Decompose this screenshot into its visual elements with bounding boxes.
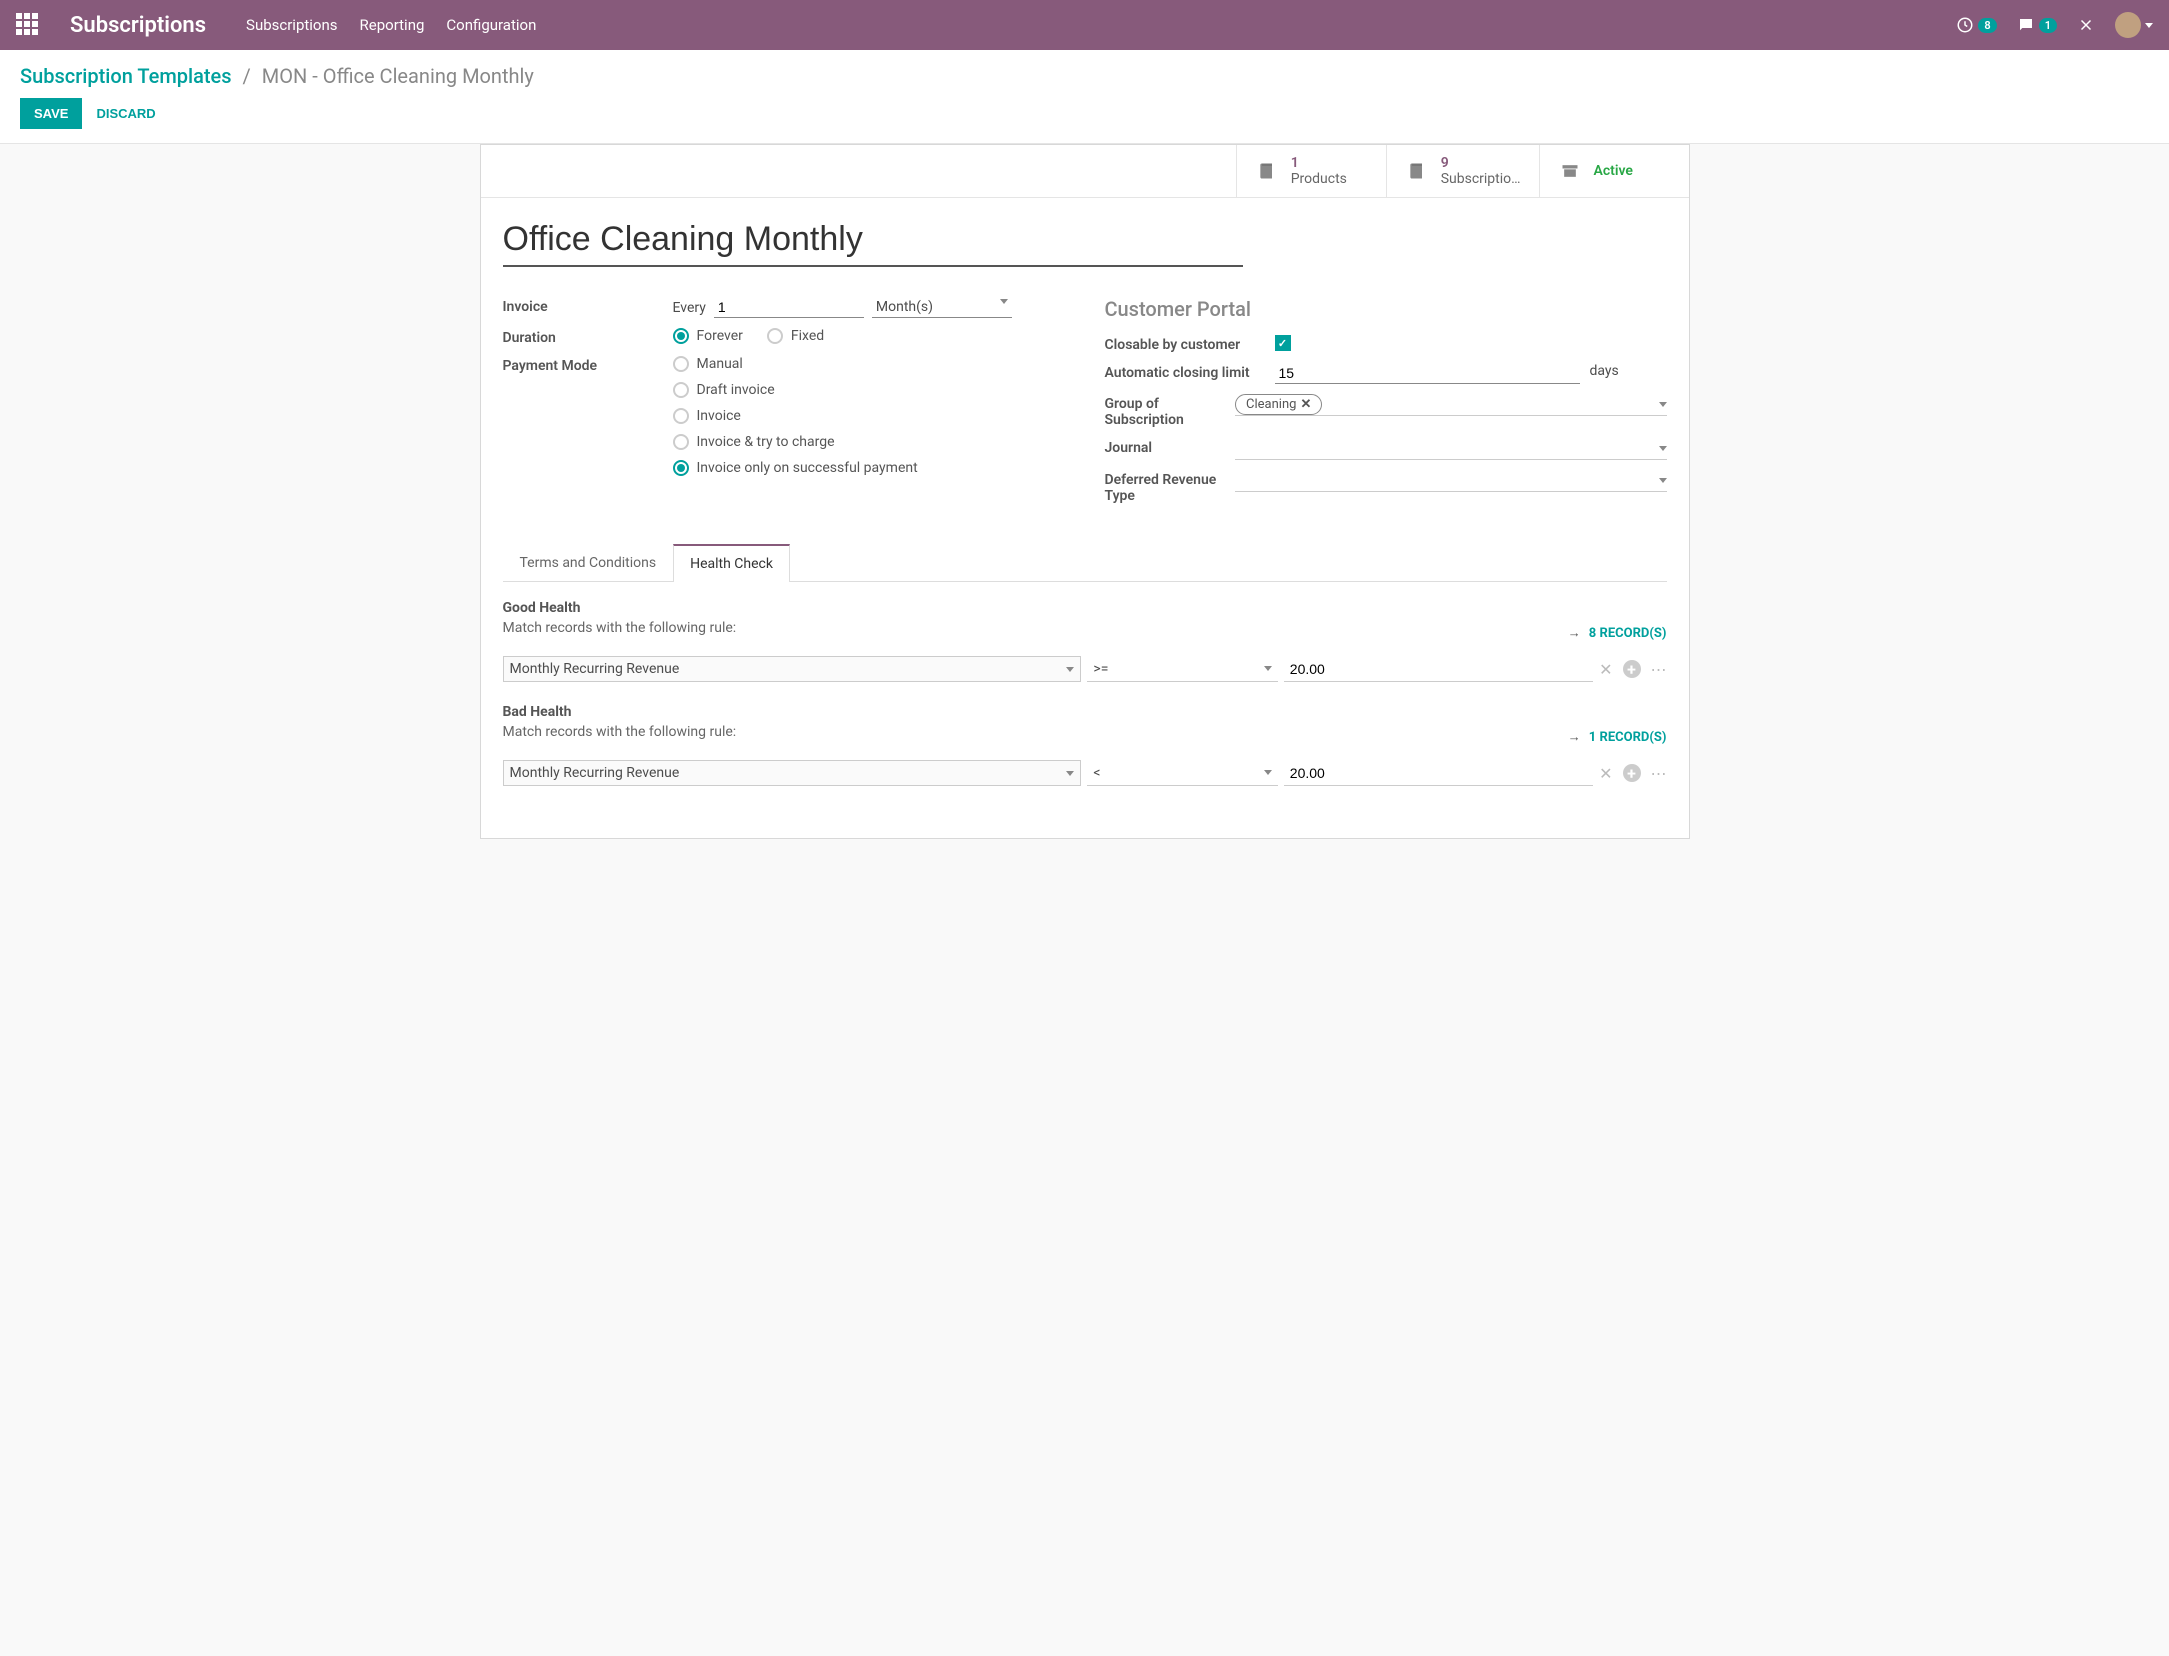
app-brand: Subscriptions bbox=[70, 13, 206, 38]
chevron-down-icon bbox=[1000, 299, 1008, 304]
form-sheet: 1 Products 9 Subscriptio… Active bbox=[480, 144, 1690, 839]
messages-badge: 1 bbox=[2039, 18, 2057, 33]
add-rule-icon[interactable]: + bbox=[1623, 660, 1641, 678]
tab-health[interactable]: Health Check bbox=[673, 544, 790, 582]
duration-forever[interactable]: Forever bbox=[673, 328, 743, 344]
bad-rule-operator[interactable]: < bbox=[1087, 761, 1277, 786]
book-icon bbox=[1255, 161, 1279, 181]
archive-icon bbox=[1558, 161, 1582, 181]
breadcrumb-root[interactable]: Subscription Templates bbox=[20, 64, 232, 88]
every-label: Every bbox=[673, 300, 706, 316]
stat-subscriptions[interactable]: 9 Subscriptio… bbox=[1386, 145, 1539, 197]
breadcrumb: Subscription Templates / MON - Office Cl… bbox=[20, 64, 2149, 88]
tag-remove-icon[interactable]: ✕ bbox=[1300, 397, 1311, 412]
apps-icon[interactable] bbox=[16, 13, 40, 37]
stat-button-box: 1 Products 9 Subscriptio… Active bbox=[481, 145, 1689, 198]
deferred-label: Deferred Revenue Type bbox=[1105, 470, 1236, 504]
activities-icon[interactable]: 8 bbox=[1956, 16, 1996, 34]
save-button[interactable]: SAVE bbox=[20, 98, 82, 129]
good-match-text: Match records with the following rule: bbox=[503, 620, 737, 636]
invoice-label: Invoice bbox=[503, 297, 673, 315]
payment-mode-label: Payment Mode bbox=[503, 356, 673, 374]
good-records-link[interactable]: 8 RECORD(S) bbox=[1568, 625, 1667, 641]
interval-input[interactable] bbox=[714, 297, 864, 318]
deferred-select[interactable] bbox=[1235, 470, 1666, 492]
payment-invoice[interactable]: Invoice bbox=[673, 408, 918, 424]
chevron-down-icon bbox=[1264, 666, 1272, 671]
duration-label: Duration bbox=[503, 328, 673, 346]
stat-products-label: Products bbox=[1291, 171, 1347, 187]
nav-reporting[interactable]: Reporting bbox=[360, 16, 425, 34]
payment-success-only[interactable]: Invoice only on successful payment bbox=[673, 460, 918, 476]
discard-button[interactable]: DISCARD bbox=[96, 106, 155, 121]
chevron-down-icon bbox=[1659, 446, 1667, 451]
closable-label: Closable by customer bbox=[1105, 335, 1275, 353]
closable-checkbox[interactable]: ✓ bbox=[1275, 335, 1291, 351]
group-label: Group of Subscription bbox=[1105, 394, 1236, 428]
payment-draft[interactable]: Draft invoice bbox=[673, 382, 918, 398]
activities-badge: 8 bbox=[1978, 18, 1996, 33]
customer-portal-title: Customer Portal bbox=[1105, 297, 1667, 321]
chevron-down-icon bbox=[1659, 478, 1667, 483]
remove-rule-icon[interactable]: ✕ bbox=[1599, 660, 1612, 679]
days-suffix: days bbox=[1590, 363, 1619, 379]
duration-fixed[interactable]: Fixed bbox=[767, 328, 824, 344]
name-input[interactable] bbox=[503, 220, 1243, 267]
period-value: Month(s) bbox=[876, 299, 933, 315]
payment-try-charge[interactable]: Invoice & try to charge bbox=[673, 434, 918, 450]
bad-health-title: Bad Health bbox=[503, 704, 1667, 720]
tabs: Terms and Conditions Health Check bbox=[503, 544, 1667, 582]
nav-subscriptions[interactable]: Subscriptions bbox=[246, 16, 337, 34]
group-tag[interactable]: Cleaning✕ bbox=[1235, 394, 1322, 415]
good-rule-field[interactable]: Monthly Recurring Revenue bbox=[503, 656, 1082, 682]
more-rule-icon[interactable]: ⋯ bbox=[1651, 660, 1667, 679]
user-menu[interactable] bbox=[2115, 12, 2153, 38]
stat-subscriptions-label: Subscriptio… bbox=[1441, 171, 1521, 187]
journal-label: Journal bbox=[1105, 438, 1236, 456]
more-rule-icon[interactable]: ⋯ bbox=[1651, 764, 1667, 783]
bad-rule-field[interactable]: Monthly Recurring Revenue bbox=[503, 760, 1082, 786]
stat-subscriptions-count: 9 bbox=[1441, 155, 1521, 171]
chevron-down-icon bbox=[1066, 667, 1074, 672]
remove-rule-icon[interactable]: ✕ bbox=[1599, 764, 1612, 783]
bad-rule-value[interactable] bbox=[1284, 761, 1593, 786]
stat-products[interactable]: 1 Products bbox=[1236, 145, 1386, 197]
breadcrumb-current: MON - Office Cleaning Monthly bbox=[262, 64, 534, 88]
tab-terms[interactable]: Terms and Conditions bbox=[503, 544, 674, 581]
chevron-down-icon bbox=[1264, 770, 1272, 775]
stat-active-toggle[interactable]: Active bbox=[1539, 145, 1689, 197]
stat-products-count: 1 bbox=[1291, 155, 1347, 171]
group-select[interactable]: Cleaning✕ bbox=[1235, 394, 1666, 416]
chevron-down-icon bbox=[1659, 402, 1667, 407]
chevron-down-icon bbox=[2145, 23, 2153, 28]
good-rule-value[interactable] bbox=[1284, 657, 1593, 682]
payment-manual[interactable]: Manual bbox=[673, 356, 918, 372]
debug-icon[interactable] bbox=[2077, 16, 2095, 34]
bad-match-text: Match records with the following rule: bbox=[503, 724, 737, 740]
nav-configuration[interactable]: Configuration bbox=[446, 16, 536, 34]
good-rule-operator[interactable]: >= bbox=[1087, 657, 1277, 682]
bad-records-link[interactable]: 1 RECORD(S) bbox=[1568, 729, 1667, 745]
chevron-down-icon bbox=[1066, 771, 1074, 776]
health-check-panel: Good Health Match records with the follo… bbox=[503, 582, 1667, 786]
auto-close-label: Automatic closing limit bbox=[1105, 363, 1275, 381]
auto-close-input[interactable] bbox=[1275, 363, 1580, 384]
avatar bbox=[2115, 12, 2141, 38]
messages-icon[interactable]: 1 bbox=[2017, 16, 2057, 34]
journal-select[interactable] bbox=[1235, 438, 1666, 460]
book-icon bbox=[1405, 161, 1429, 181]
add-rule-icon[interactable]: + bbox=[1623, 764, 1641, 782]
stat-active-label: Active bbox=[1594, 163, 1633, 179]
top-navbar: Subscriptions Subscriptions Reporting Co… bbox=[0, 0, 2169, 50]
nav-links: Subscriptions Reporting Configuration bbox=[246, 16, 536, 34]
good-health-title: Good Health bbox=[503, 600, 1667, 616]
period-select[interactable]: Month(s) bbox=[872, 297, 1012, 318]
control-panel: Subscription Templates / MON - Office Cl… bbox=[0, 50, 2169, 144]
